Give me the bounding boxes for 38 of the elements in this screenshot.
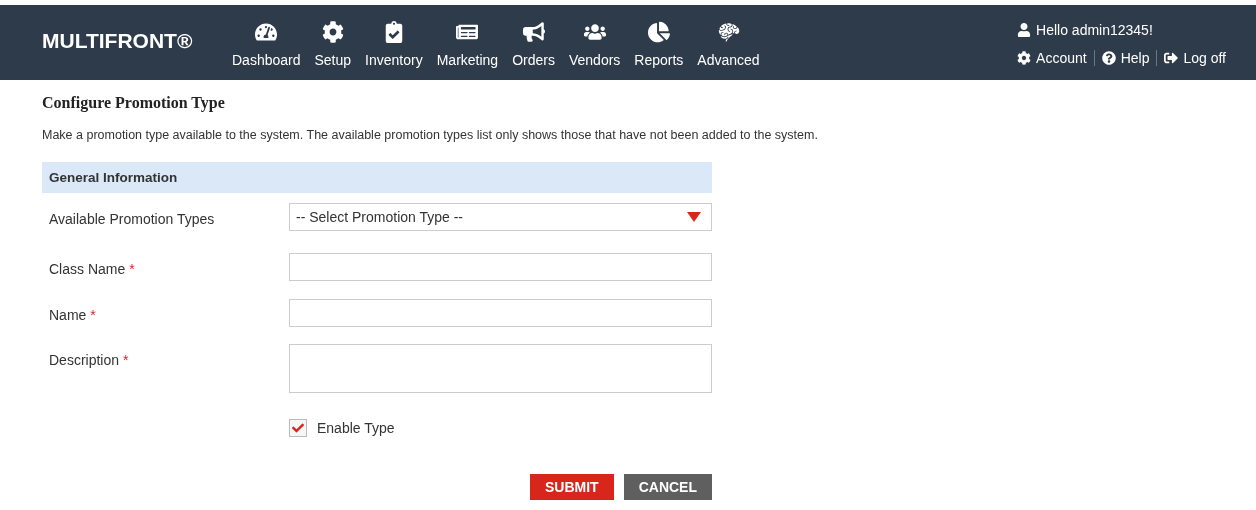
page-title: Configure Promotion Type bbox=[42, 94, 226, 112]
header-link[interactable]: Help bbox=[1101, 50, 1150, 66]
checkbox[interactable] bbox=[289, 419, 307, 437]
field-label: Name * bbox=[48, 306, 97, 323]
dropdown-arrow-icon bbox=[687, 212, 701, 222]
textarea-field[interactable] bbox=[289, 344, 712, 393]
logout-icon bbox=[1164, 51, 1179, 65]
field-label: Description * bbox=[48, 351, 130, 368]
cancel-button[interactable]: CANCEL bbox=[623, 474, 712, 500]
field-label: Available Promotion Types bbox=[48, 210, 216, 227]
nav-item[interactable]: Vendors bbox=[561, 5, 628, 80]
user-icon bbox=[1017, 23, 1032, 37]
gauge-icon bbox=[255, 21, 278, 43]
nav-item[interactable]: Marketing bbox=[429, 5, 506, 80]
gear-icon bbox=[321, 21, 344, 43]
input-field[interactable] bbox=[289, 253, 712, 281]
input-field[interactable] bbox=[289, 299, 712, 327]
submit-button[interactable]: SUBMIT bbox=[530, 474, 614, 500]
header-link[interactable]: Log off bbox=[1164, 50, 1226, 66]
page-description: Make a promotion type available to the system. The available promotion types list only shows those that have not been added to the system. bbox=[42, 128, 819, 142]
field-label: Class Name * bbox=[48, 260, 136, 277]
select-field[interactable]: -- Select Promotion Type -- bbox=[289, 203, 712, 231]
checkbox-label: Enable Type bbox=[317, 420, 395, 436]
header-link[interactable]: Account bbox=[1017, 50, 1087, 66]
greeting: Hello admin12345! bbox=[1036, 22, 1153, 38]
nav-item[interactable]: Inventory bbox=[358, 5, 430, 80]
nav-item[interactable]: Reports bbox=[627, 5, 691, 80]
settings-icon bbox=[1017, 51, 1032, 65]
nav-item[interactable]: Orders bbox=[505, 5, 562, 80]
megaphone-icon bbox=[522, 21, 545, 43]
pie-chart-icon bbox=[647, 21, 670, 43]
users-icon bbox=[583, 21, 606, 43]
nav-item[interactable]: Setup bbox=[307, 5, 359, 80]
nav-item[interactable]: Advanced bbox=[690, 5, 767, 80]
logo: MULTIFRONT® bbox=[42, 29, 194, 54]
nav-item[interactable]: Dashboard bbox=[225, 5, 308, 80]
section-header: General Information bbox=[42, 162, 712, 193]
help-icon bbox=[1101, 51, 1116, 65]
